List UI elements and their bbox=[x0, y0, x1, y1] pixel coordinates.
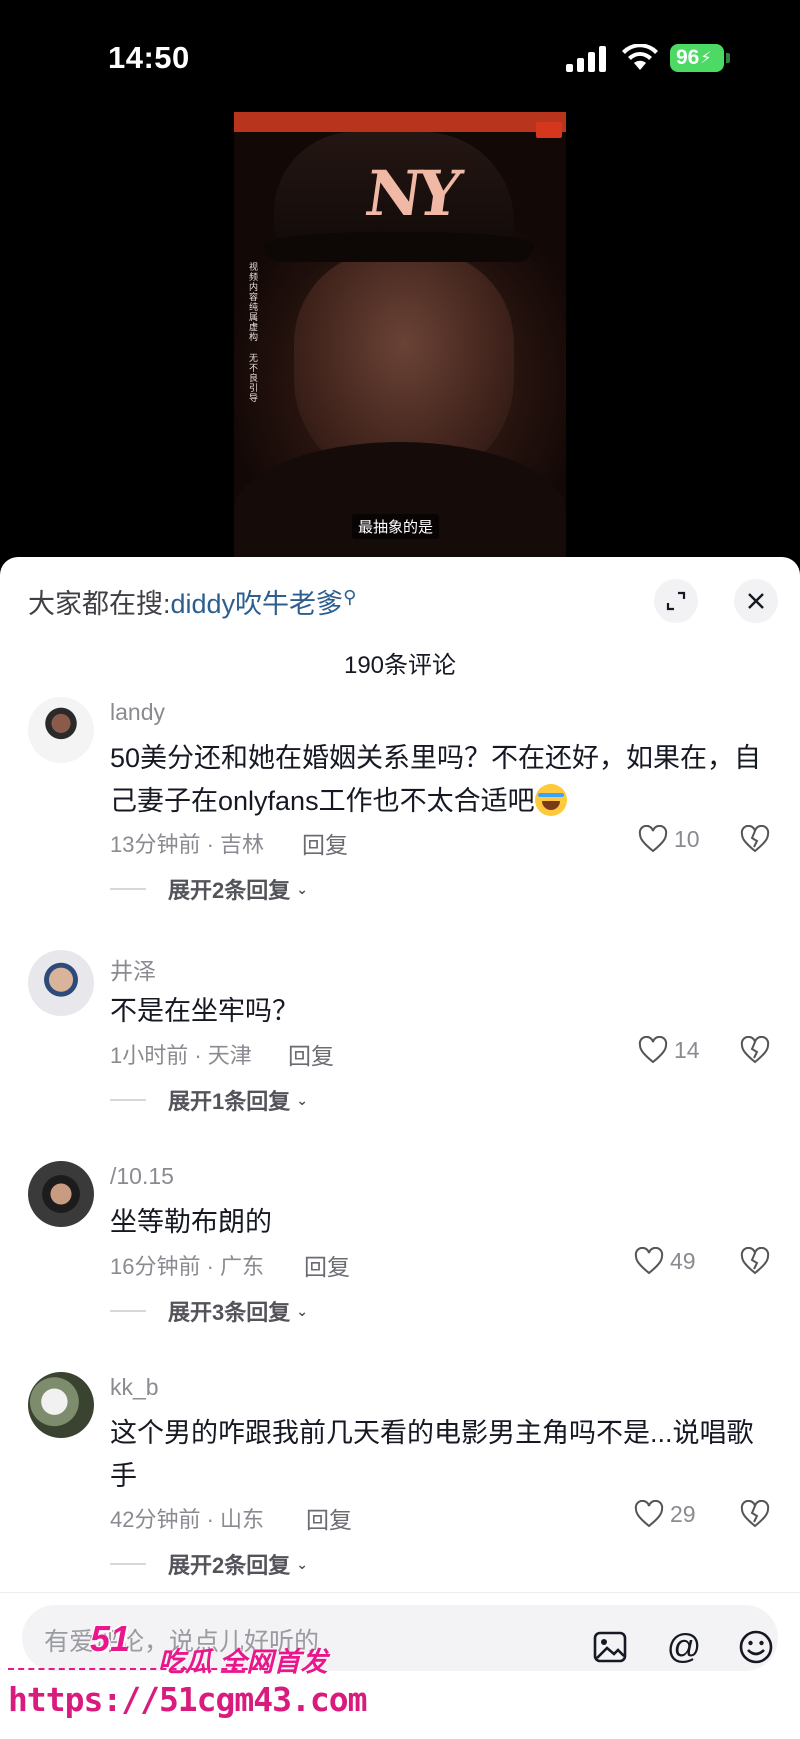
like-count: 49 bbox=[670, 1247, 696, 1274]
video-channel-logo bbox=[536, 122, 562, 138]
comment-count: 190条评论 bbox=[343, 652, 457, 679]
dislike-broken-heart-icon[interactable] bbox=[740, 825, 770, 853]
avatar[interactable] bbox=[28, 1161, 94, 1227]
image-icon[interactable] bbox=[590, 1627, 630, 1667]
comment-username[interactable]: kk_b bbox=[110, 1374, 159, 1401]
battery-level: 96 bbox=[676, 46, 700, 69]
like-button[interactable]: 10 bbox=[638, 825, 700, 853]
chevron-down-icon: ⌄ bbox=[296, 1555, 308, 1572]
comment-username[interactable]: /10.15 bbox=[110, 1163, 174, 1190]
heart-icon bbox=[638, 1036, 668, 1064]
expand-replies-button[interactable]: 展开2条回复 ⌄ bbox=[110, 1548, 308, 1580]
reply-button[interactable]: 回复 bbox=[288, 1037, 334, 1071]
reply-button[interactable]: 回复 bbox=[302, 826, 348, 860]
video-top-strip bbox=[234, 112, 566, 132]
battery-indicator: 96 ⚡ bbox=[670, 44, 724, 72]
search-suggestion-prefix: 大家都在搜: bbox=[28, 589, 171, 619]
cellular-signal-icon bbox=[566, 46, 606, 72]
video-disclaimer: 视频内容纯属虚构 无不良引导 bbox=[248, 262, 258, 403]
comment-text: 不是在坐牢吗？ bbox=[110, 996, 299, 1026]
avatar[interactable] bbox=[28, 1372, 94, 1438]
video-cap: NY bbox=[274, 132, 514, 247]
like-button[interactable]: 49 bbox=[634, 1247, 696, 1275]
watermark-trail bbox=[8, 1668, 268, 1674]
chevron-down-icon: ⌄ bbox=[296, 880, 308, 897]
reply-button[interactable]: 回复 bbox=[306, 1501, 352, 1535]
video-subtitle: 最抽象的是 bbox=[352, 514, 440, 539]
expand-divider bbox=[110, 888, 146, 890]
expand-sheet-button[interactable] bbox=[654, 579, 698, 623]
search-icon: ⚲ bbox=[343, 587, 357, 607]
heart-icon bbox=[634, 1500, 664, 1528]
expand-divider bbox=[110, 1563, 146, 1565]
chevron-down-icon: ⌄ bbox=[296, 1302, 308, 1319]
dislike-broken-heart-icon[interactable] bbox=[740, 1247, 770, 1275]
expand-replies-button[interactable]: 展开3条回复 ⌄ bbox=[110, 1295, 308, 1327]
expand-replies-label: 展开3条回复 bbox=[168, 1300, 291, 1325]
comment-username[interactable]: 井泽 bbox=[110, 952, 156, 986]
status-bar: 14:50 96 ⚡ bbox=[0, 0, 800, 110]
laughing-crying-emoji-icon bbox=[534, 784, 567, 816]
avatar[interactable] bbox=[28, 950, 94, 1016]
like-button[interactable]: 14 bbox=[638, 1036, 700, 1064]
heart-icon bbox=[638, 825, 668, 853]
video-cap-brim bbox=[264, 232, 534, 262]
cap-ny-logo: NY bbox=[360, 157, 461, 230]
comment-sheet: 大家都在搜:diddy吹牛老爹⚲ 190条评论 landy 50美分还和她在婚姻… bbox=[0, 557, 800, 1739]
expand-replies-button[interactable]: 展开1条回复 ⌄ bbox=[110, 1084, 308, 1116]
expand-replies-button[interactable]: 展开2条回复 ⌄ bbox=[110, 873, 308, 905]
avatar[interactable] bbox=[28, 697, 94, 763]
comment-meta: 1小时前 · 天津 bbox=[110, 1043, 252, 1068]
search-suggestion-keyword[interactable]: diddy吹牛老爹 bbox=[171, 589, 344, 619]
like-count: 14 bbox=[674, 1036, 700, 1063]
expand-icon bbox=[666, 591, 686, 611]
watermark-url: https://51cgm43.com bbox=[8, 1680, 367, 1719]
battery-tip bbox=[726, 53, 730, 63]
comment-text: 50美分还和她在婚姻关系里吗？不在还好，如果在，自己妻子在onlyfans工作也… bbox=[110, 737, 770, 823]
dislike-broken-heart-icon[interactable] bbox=[740, 1036, 770, 1064]
comment-meta: 16分钟前 · 广东 bbox=[110, 1254, 265, 1279]
comment-username[interactable]: landy bbox=[110, 699, 165, 726]
close-icon bbox=[748, 593, 764, 609]
expand-replies-label: 展开2条回复 bbox=[168, 1553, 291, 1578]
expand-replies-label: 展开1条回复 bbox=[168, 1089, 291, 1114]
comment-text: 坐等勒布朗的 bbox=[110, 1207, 272, 1237]
comment-input[interactable]: 有爱评论，说点儿好听的 @ bbox=[22, 1605, 778, 1671]
expand-replies-label: 展开2条回复 bbox=[168, 878, 291, 903]
heart-icon bbox=[634, 1247, 664, 1275]
like-button[interactable]: 29 bbox=[634, 1500, 696, 1528]
mention-at-icon[interactable]: @ bbox=[664, 1627, 704, 1667]
reply-button[interactable]: 回复 bbox=[304, 1248, 350, 1282]
watermark-logo: 51 bbox=[90, 1618, 131, 1659]
charging-bolt-icon: ⚡ bbox=[700, 50, 712, 67]
video-player[interactable]: NY 视频内容纯属虚构 无不良引导 最抽象的是 bbox=[234, 112, 566, 557]
comment-meta: 13分钟前 · 吉林 bbox=[110, 832, 265, 857]
wifi-icon bbox=[622, 44, 658, 70]
expand-divider bbox=[110, 1310, 146, 1312]
chevron-down-icon: ⌄ bbox=[296, 1091, 308, 1108]
like-count: 10 bbox=[674, 825, 700, 852]
expand-divider bbox=[110, 1099, 146, 1101]
video-shoulders bbox=[234, 442, 566, 557]
close-button[interactable] bbox=[734, 579, 778, 623]
dislike-broken-heart-icon[interactable] bbox=[740, 1500, 770, 1528]
status-time: 14:50 bbox=[108, 40, 190, 75]
comment-text-body: 50美分还和她在婚姻关系里吗？不在还好，如果在，自己妻子在onlyfans工作也… bbox=[110, 743, 762, 816]
comment-meta: 42分钟前 · 山东 bbox=[110, 1507, 265, 1532]
emoji-smile-icon[interactable] bbox=[736, 1627, 776, 1667]
like-count: 29 bbox=[670, 1500, 696, 1527]
comment-text: 这个男的咋跟我前几天看的电影男主角吗不是...说唱歌手 bbox=[110, 1418, 754, 1491]
search-suggestion[interactable]: 大家都在搜:diddy吹牛老爹⚲ bbox=[28, 582, 356, 621]
